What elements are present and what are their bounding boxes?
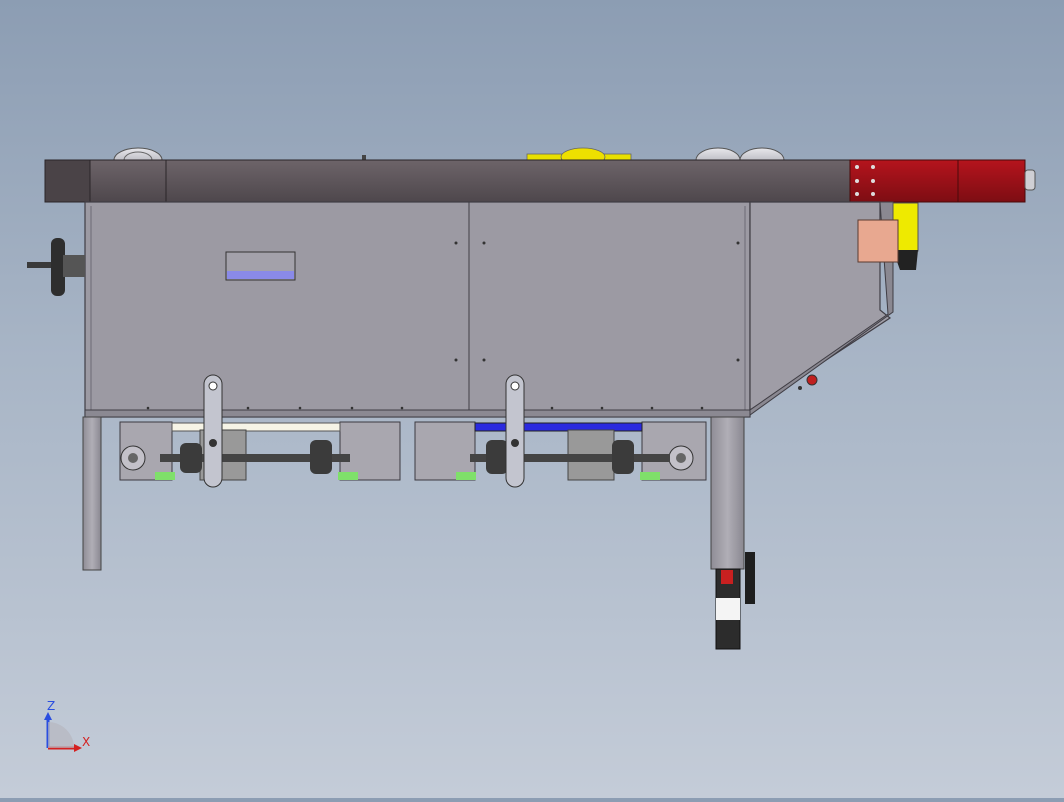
x-axis-label: X — [82, 735, 90, 749]
handwheel[interactable] — [27, 238, 85, 296]
hanger-left[interactable] — [203, 374, 223, 488]
lower-rail-right[interactable] — [414, 421, 707, 481]
left-leg[interactable] — [82, 416, 102, 571]
label-plate — [225, 251, 296, 281]
model-canvas[interactable]: Z X — [0, 0, 1064, 798]
red-end-block[interactable] — [849, 159, 1036, 203]
right-leg[interactable] — [710, 416, 755, 650]
top-beam[interactable] — [44, 159, 851, 203]
copper-bracket — [857, 219, 899, 263]
main-cabinet[interactable] — [84, 201, 751, 418]
cad-viewport[interactable]: Z X — [0, 0, 1064, 798]
lower-rail-left[interactable] — [119, 421, 401, 481]
axis-triad: Z X — [44, 699, 90, 752]
hanger-right[interactable] — [505, 374, 525, 488]
z-axis-label: Z — [47, 699, 55, 713]
